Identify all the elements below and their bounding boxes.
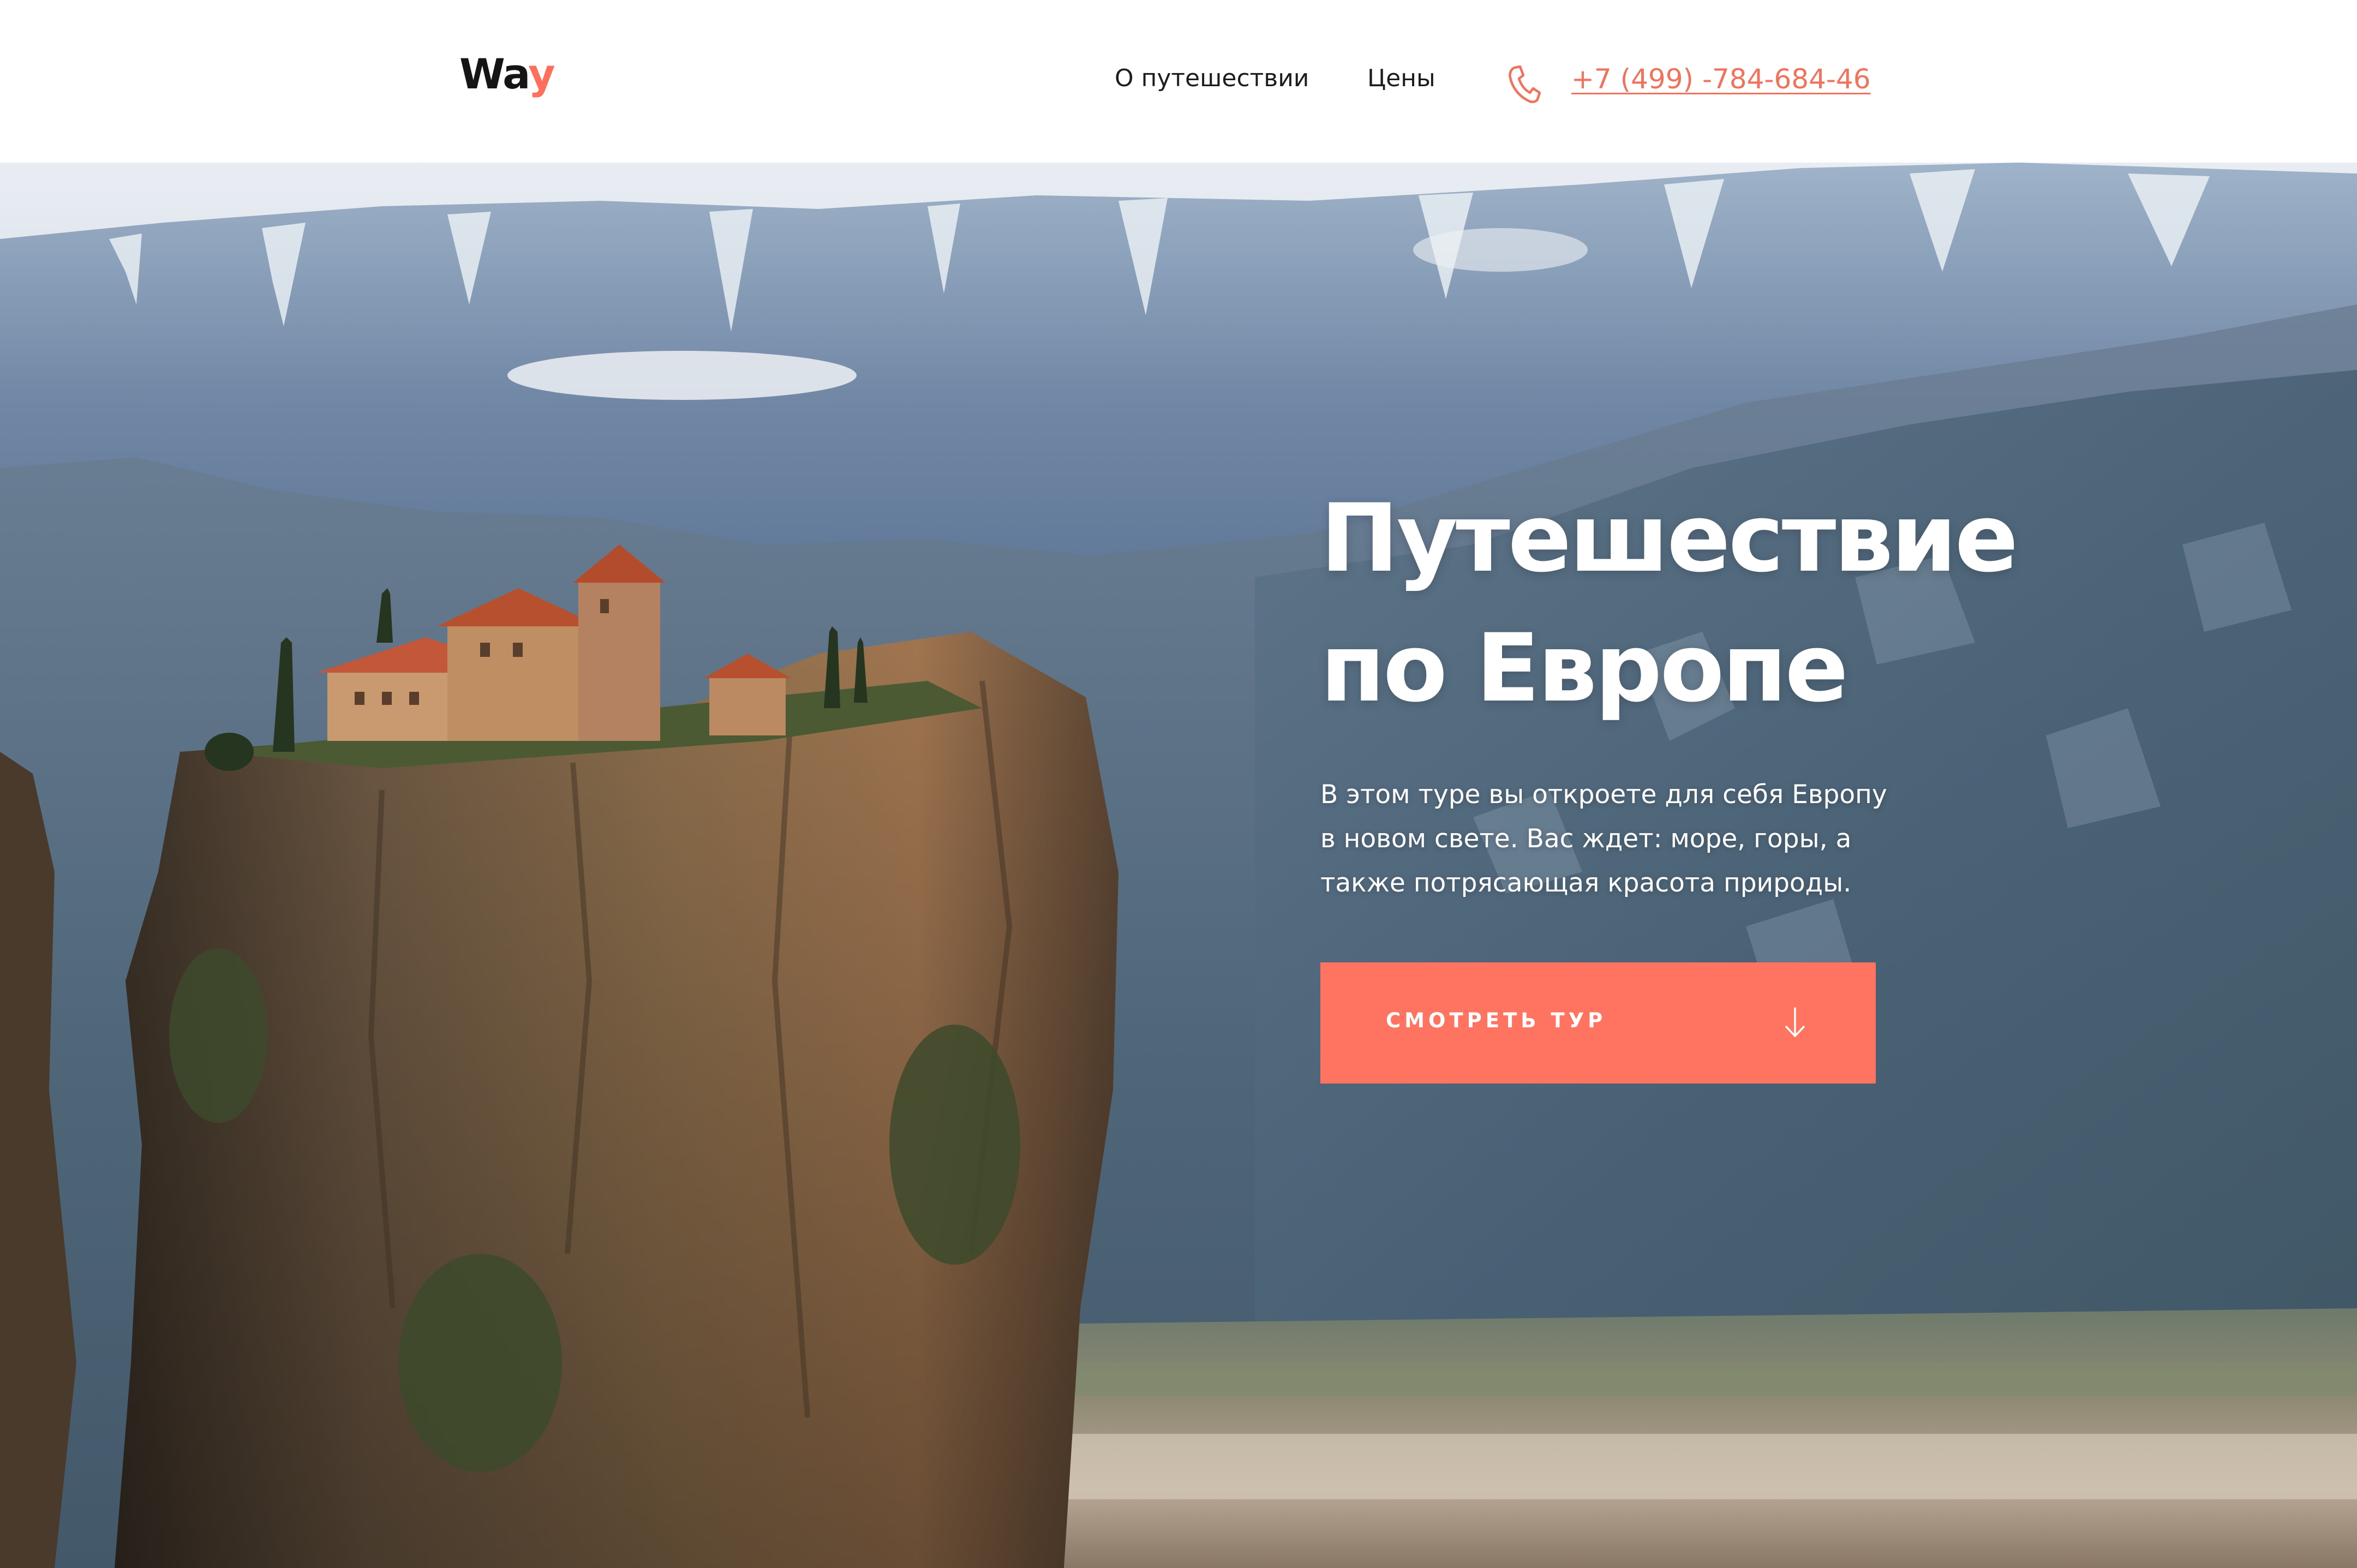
phone-icon [1509, 65, 1541, 104]
view-tour-button[interactable]: СМОТРЕТЬ ТУР [1320, 962, 1876, 1084]
view-tour-button-label: СМОТРЕТЬ ТУР [1386, 1009, 1607, 1032]
phone-link[interactable]: +7 (499) -784-684-46 [1571, 65, 1871, 93]
hero-section: Путешествие по Европе В этом туре вы отк… [0, 163, 2357, 1568]
site-header: Way О путешествии Цены +7 (499) -784-684… [0, 0, 2357, 163]
hero-title: Путешествие по Европе [1320, 474, 2018, 733]
logo[interactable]: Way [459, 50, 555, 98]
hero-title-line-2: по Европе [1320, 613, 1848, 723]
hero-background-image [0, 163, 2357, 1568]
hero-description: В этом туре вы откроете для себя Европу … [1320, 780, 1887, 898]
nav-link-prices[interactable]: Цены [1367, 67, 1435, 91]
arrow-down-icon [1785, 1007, 1805, 1037]
nav-link-about[interactable]: О путешествии [1115, 67, 1309, 91]
logo-text: Wa [459, 50, 529, 98]
logo-accent: y [528, 50, 555, 98]
hero-title-line-1: Путешествие [1320, 483, 2018, 593]
